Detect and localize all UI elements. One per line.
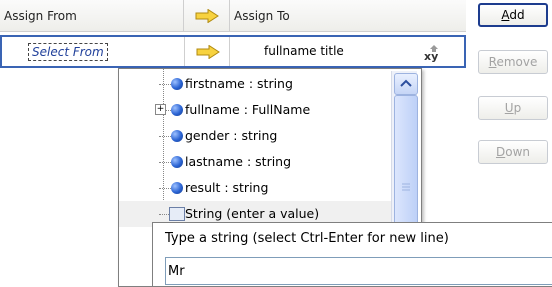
header-arrow-cell (184, 0, 230, 32)
assign-to-value[interactable]: fullname title (264, 44, 344, 58)
assignment-row-selected[interactable]: Select From fullname title xy (0, 35, 466, 68)
add-button[interactable]: Add (478, 3, 548, 27)
down-button[interactable]: Down (478, 140, 548, 164)
xy-mapping-icon[interactable]: xy (422, 44, 444, 62)
tree-item-lastname[interactable]: lastname : string (119, 149, 391, 175)
grid-header: Assign From Assign To (0, 0, 466, 32)
tree-item-gender[interactable]: gender : string (119, 123, 391, 149)
select-from-link[interactable]: Select From (28, 43, 108, 61)
assignment-grid: Assign From Assign To Select From fullna… (0, 0, 466, 68)
field-ball-icon (171, 130, 183, 142)
string-editor: Type a string (select Ctrl-Enter for new… (152, 222, 552, 287)
field-ball-icon (171, 78, 183, 90)
chevron-up-icon (400, 79, 412, 87)
arrow-right-icon (196, 45, 220, 59)
arrow-right-icon (195, 9, 219, 23)
tree-item-firstname[interactable]: firstname : string (119, 71, 391, 97)
header-assign-from: Assign From (0, 0, 184, 32)
field-ball-icon (171, 156, 183, 168)
field-ball-icon (171, 182, 183, 194)
string-value-input[interactable] (165, 257, 552, 285)
scroll-up-button[interactable] (394, 73, 418, 95)
svg-text:xy: xy (424, 50, 438, 62)
tree-item-fullname[interactable]: + fullname : FullName (119, 97, 391, 123)
string-editor-title: Type a string (select Ctrl-Enter for new… (165, 231, 449, 246)
header-assign-to: Assign To (234, 9, 290, 23)
tree-item-result[interactable]: result : string (119, 175, 391, 201)
remove-button[interactable]: Remove (478, 50, 548, 74)
field-ball-icon (171, 104, 183, 116)
string-literal-icon (169, 207, 185, 221)
up-button[interactable]: Up (478, 96, 548, 120)
select-from-cell[interactable]: Select From (4, 37, 184, 66)
row-arrow-cell (184, 37, 230, 66)
expand-plus-icon[interactable]: + (155, 104, 166, 115)
